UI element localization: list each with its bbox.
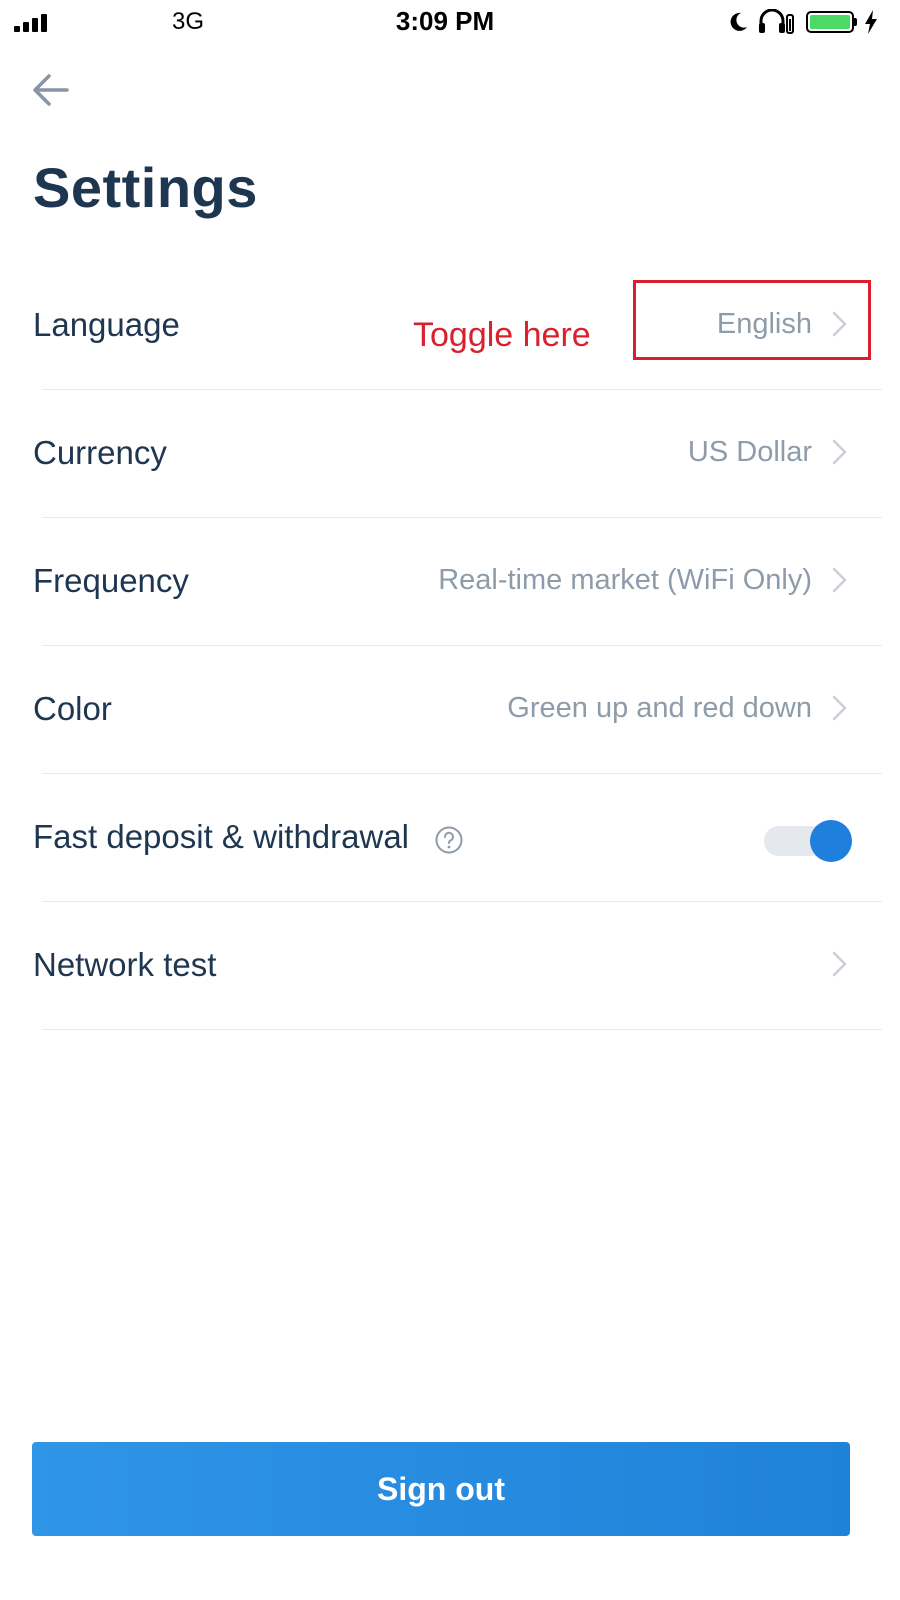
toggle-knob (810, 820, 852, 862)
battery-icon (806, 11, 857, 33)
setting-label: Network test (33, 946, 217, 983)
setting-row-color[interactable]: Color Green up and red down (0, 646, 900, 774)
setting-label: Frequency (33, 562, 189, 599)
setting-value: US Dollar (687, 436, 812, 468)
settings-screen: 3G 3:09 PM Settings Language English Cur… (0, 0, 900, 1600)
annotation-text: Toggle here (413, 316, 591, 354)
setting-value: Green up and red down (507, 692, 812, 724)
charging-icon (865, 10, 877, 34)
status-icons (728, 8, 878, 36)
sign-out-button[interactable]: Sign out (32, 1442, 850, 1536)
setting-label: Color (33, 690, 112, 727)
fast-deposit-toggle[interactable] (764, 818, 852, 862)
setting-row-frequency[interactable]: Frequency Real-time market (WiFi Only) (0, 518, 900, 646)
setting-row-network-test[interactable]: Network test (0, 902, 900, 1030)
setting-label: Fast deposit & withdrawal (33, 818, 410, 855)
setting-row-fast-deposit: Fast deposit & withdrawal (0, 774, 900, 902)
setting-value: Real-time market (WiFi Only) (438, 564, 812, 596)
moon-icon (730, 12, 747, 31)
annotation-highlight-box (633, 280, 871, 360)
question-circle-icon[interactable] (435, 826, 463, 854)
chevron-right-icon (832, 695, 847, 721)
status-bar: 3G 3:09 PM (0, 0, 900, 44)
page-title: Settings (33, 156, 258, 219)
setting-row-currency[interactable]: Currency US Dollar (0, 390, 900, 518)
headphone-icon (759, 9, 794, 34)
chevron-right-icon (832, 951, 847, 977)
arrow-left-icon (33, 74, 69, 106)
setting-label: Currency (33, 434, 167, 471)
chevron-right-icon (832, 439, 847, 465)
setting-label: Language (33, 306, 180, 343)
back-button[interactable] (28, 70, 72, 110)
settings-list: Language English Currency US Dollar Freq… (0, 262, 900, 1030)
chevron-right-icon (832, 567, 847, 593)
